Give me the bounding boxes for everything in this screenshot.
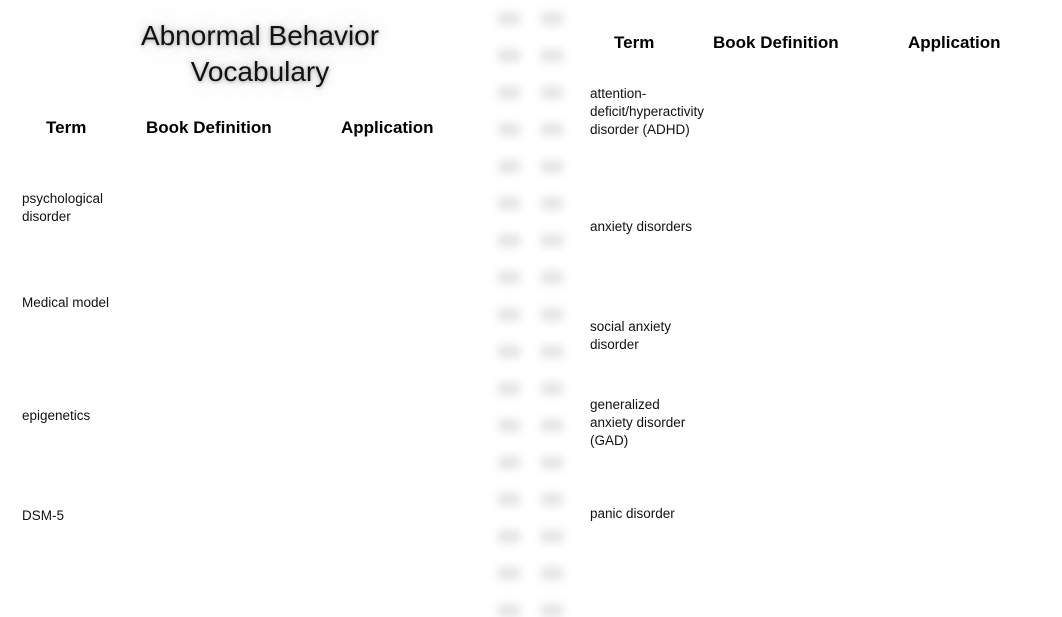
placeholder-block <box>498 456 520 469</box>
left-panel: Abnormal Behavior Vocabulary Term Book D… <box>0 0 480 598</box>
left-header-book-definition: Book Definition <box>146 118 272 137</box>
page-title: Abnormal Behavior Vocabulary <box>140 20 380 87</box>
table-row: generalized anxiety disorder (GAD) <box>590 397 686 448</box>
right-table-header-row: Term Book Definition Application <box>578 32 1062 56</box>
placeholder-block <box>541 493 563 506</box>
table-row: social anxiety disorder <box>590 319 672 352</box>
placeholder-block <box>541 234 563 247</box>
placeholder-block <box>541 197 563 210</box>
left-table-header-row: Term Book Definition Application <box>0 117 480 141</box>
placeholder-block <box>498 604 520 617</box>
placeholder-block <box>498 160 520 173</box>
left-header-term: Term <box>46 118 87 137</box>
table-row: Medical model <box>22 295 110 310</box>
placeholder-block <box>541 86 563 99</box>
placeholder-block <box>498 86 520 99</box>
placeholder-block <box>498 12 520 25</box>
right-header-book-definition: Book Definition <box>713 33 839 52</box>
placeholder-block <box>498 271 520 284</box>
placeholder-block <box>541 456 563 469</box>
placeholder-block <box>498 234 520 247</box>
blurred-placeholder-strip <box>492 0 578 617</box>
placeholder-block <box>541 12 563 25</box>
placeholder-block <box>541 308 563 321</box>
placeholder-block <box>498 197 520 210</box>
placeholder-block <box>498 123 520 136</box>
table-row: panic disorder <box>590 506 675 521</box>
placeholder-block <box>498 419 520 432</box>
table-row: psychological disorder <box>22 191 104 224</box>
placeholder-block <box>541 271 563 284</box>
placeholder-block <box>541 49 563 62</box>
placeholder-block <box>498 308 520 321</box>
placeholder-block <box>541 160 563 173</box>
table-row: epigenetics <box>22 408 91 423</box>
placeholder-block <box>541 382 563 395</box>
placeholder-block <box>541 530 563 543</box>
table-row: DSM-5 <box>22 508 65 523</box>
placeholder-block <box>541 123 563 136</box>
placeholder-block <box>498 382 520 395</box>
right-header-term: Term <box>614 33 655 52</box>
placeholder-block <box>498 530 520 543</box>
placeholder-block <box>541 604 563 617</box>
left-header-application: Application <box>341 118 434 137</box>
vocabulary-worksheet-page: Abnormal Behavior Vocabulary Term Book D… <box>0 0 1062 617</box>
table-row: anxiety disorders <box>590 219 693 234</box>
right-panel: Term Book Definition Application attenti… <box>578 0 1062 598</box>
right-header-application: Application <box>908 33 1001 52</box>
placeholder-block <box>541 419 563 432</box>
placeholder-block <box>541 345 563 358</box>
table-row: attention-deficit/hyperactivity disorder… <box>590 86 705 137</box>
placeholder-block <box>498 345 520 358</box>
placeholder-block <box>498 49 520 62</box>
placeholder-block <box>498 567 520 580</box>
placeholder-block <box>498 493 520 506</box>
placeholder-block <box>541 567 563 580</box>
